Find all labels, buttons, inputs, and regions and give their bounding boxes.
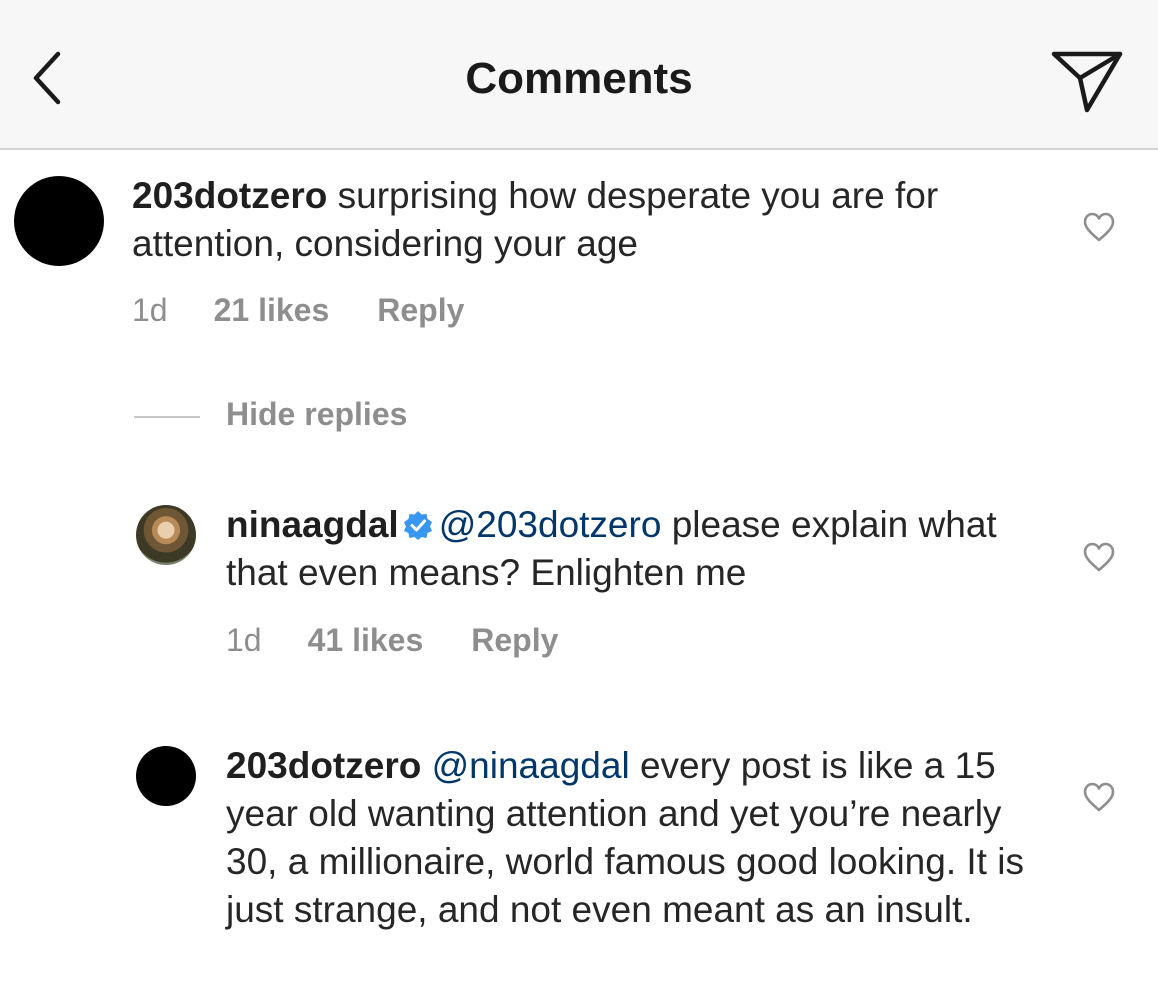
comment-text: 203dotzero @ninaagdal every post is like… bbox=[226, 742, 1026, 934]
comment-time: 1d bbox=[226, 622, 262, 658]
page-title: Comments bbox=[465, 54, 693, 103]
avatar[interactable] bbox=[136, 505, 196, 565]
comment-likes[interactable]: 21 likes bbox=[214, 292, 330, 329]
comment-time: 1d bbox=[132, 292, 168, 328]
reply-button[interactable]: Reply bbox=[377, 292, 464, 329]
comment-meta: 1d 41 likes Reply bbox=[226, 622, 558, 659]
comment-text: 203dotzero surprising how desperate you … bbox=[132, 172, 1032, 268]
comment-likes[interactable]: 41 likes bbox=[308, 622, 424, 659]
comment-username[interactable]: 203dotzero bbox=[226, 745, 421, 786]
paper-plane-icon[interactable] bbox=[1050, 48, 1124, 114]
comment-meta: 1d 21 likes Reply bbox=[132, 292, 464, 329]
heart-icon[interactable] bbox=[1082, 212, 1116, 242]
divider bbox=[134, 416, 200, 418]
heart-icon[interactable] bbox=[1082, 542, 1116, 572]
comments-header: Comments bbox=[0, 0, 1158, 150]
mention-link[interactable]: @ninaagdal bbox=[432, 745, 630, 786]
comment-username[interactable]: 203dotzero bbox=[132, 175, 327, 216]
avatar[interactable] bbox=[14, 176, 104, 266]
avatar[interactable] bbox=[136, 746, 196, 806]
comment-username[interactable]: ninaagdal bbox=[226, 504, 399, 545]
mention-link[interactable]: @203dotzero bbox=[439, 504, 662, 545]
heart-icon[interactable] bbox=[1082, 782, 1116, 812]
reply-button[interactable]: Reply bbox=[471, 622, 558, 659]
hide-replies-label: Hide replies bbox=[226, 396, 408, 432]
verified-badge-icon bbox=[403, 511, 432, 540]
comment-text: ninaagdal @203dotzero please explain wha… bbox=[226, 501, 1036, 597]
